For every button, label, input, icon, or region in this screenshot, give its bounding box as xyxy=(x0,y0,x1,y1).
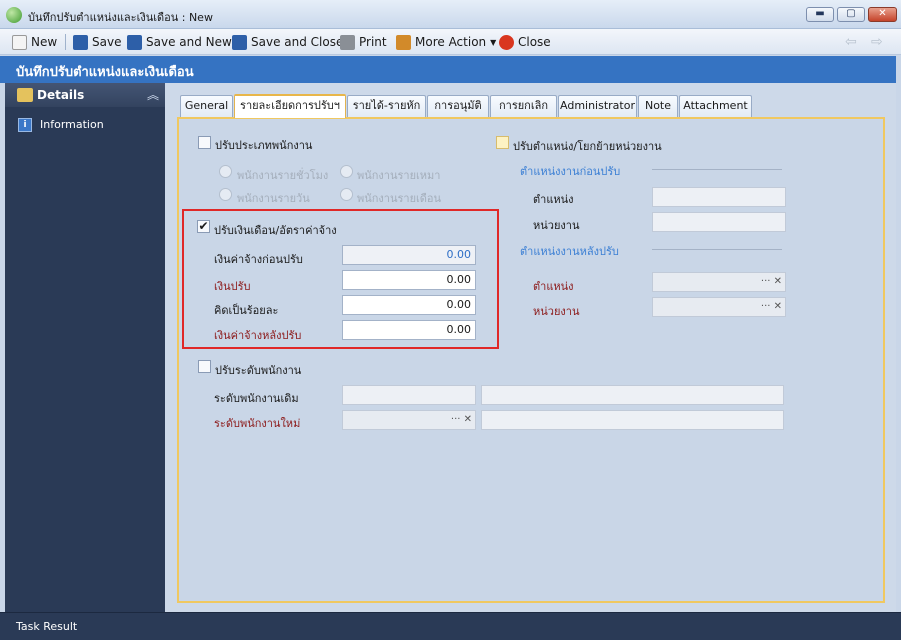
task-result-label[interactable]: Task Result xyxy=(16,620,77,633)
collapse-icon[interactable]: ︽ xyxy=(147,86,159,103)
tab-general[interactable]: General xyxy=(180,95,233,117)
window-title: บันทึกปรับตำแหน่งและเงินเดือน : New xyxy=(28,11,213,24)
daily-label: พนักงานรายวัน xyxy=(237,192,310,205)
maximize-button[interactable]: ▢ xyxy=(837,7,865,22)
old-level-name-field[interactable] xyxy=(481,385,784,405)
close-button[interactable]: Close xyxy=(499,33,551,51)
tab-cancel[interactable]: การยกเลิก xyxy=(490,95,557,117)
position-label: ปรับตำแหน่ง/โยกย้ายหน่วยงาน xyxy=(513,140,662,153)
old-unit-field[interactable] xyxy=(652,212,786,232)
new-level-label: ระดับพนักงานใหม่ xyxy=(214,417,301,430)
tab-administrator[interactable]: Administrator xyxy=(558,95,637,117)
contract-label: พนักงานรายเหมา xyxy=(357,169,441,182)
save-close-icon xyxy=(232,34,247,50)
new-position-lookup[interactable]: ··· ✕ xyxy=(652,272,786,292)
more-action-button[interactable]: More Action ▼ xyxy=(396,33,496,51)
save-button[interactable]: Save xyxy=(73,33,121,51)
salary-adjust-label: เงินปรับ xyxy=(214,280,251,293)
old-level-label: ระดับพนักงานเดิม xyxy=(214,392,299,405)
form-header: บันทึกปรับตำแหน่งและเงินเดือน xyxy=(0,56,896,83)
toolbar-separator xyxy=(65,34,66,50)
details-section-header[interactable]: Details ︽ xyxy=(5,83,165,107)
hourly-radio[interactable] xyxy=(219,165,232,178)
close-window-button[interactable]: ✕ xyxy=(868,7,897,22)
divider xyxy=(652,249,782,250)
daily-radio[interactable] xyxy=(219,188,232,201)
new-unit-lookup[interactable]: ··· ✕ xyxy=(652,297,786,317)
save-and-close-button[interactable]: Save and Close xyxy=(232,33,343,51)
tab-income-deduction[interactable]: รายได้-รายหัก xyxy=(347,95,426,117)
save-label: Save xyxy=(92,35,122,49)
save-and-new-button[interactable]: Save and New xyxy=(127,33,232,51)
floppy-disk-icon xyxy=(73,34,88,50)
details-icon xyxy=(17,88,33,102)
tab-adjustment-details[interactable]: รายละเอียดการปรับฯ xyxy=(234,94,346,118)
old-unit-label: หน่วยงาน xyxy=(533,219,580,232)
salary-adjust-field[interactable]: 0.00 xyxy=(342,270,476,290)
details-label: Details xyxy=(37,88,85,102)
print-label: Print xyxy=(359,35,387,49)
tab-attachment[interactable]: Attachment xyxy=(679,95,752,117)
print-button[interactable]: Print xyxy=(340,33,387,51)
employee-type-checkbox[interactable] xyxy=(198,136,211,149)
salary-before-field[interactable]: 0.00 xyxy=(342,245,476,265)
minimize-button[interactable]: ▬ xyxy=(806,7,834,22)
sidebar-item-label: Information xyxy=(40,118,104,131)
tab-approval[interactable]: การอนุมัติ xyxy=(427,95,489,117)
new-label: New xyxy=(31,35,58,49)
app-icon xyxy=(6,7,22,23)
new-level-name-field[interactable] xyxy=(481,410,784,430)
page-title: บันทึกปรับตำแหน่งและเงินเดือน xyxy=(16,65,194,80)
back-arrow-icon[interactable]: ⇦ xyxy=(845,34,857,50)
divider xyxy=(652,169,782,170)
new-button[interactable]: New xyxy=(12,33,57,51)
tab-note[interactable]: Note xyxy=(638,95,678,117)
hourly-label: พนักงานรายชั่วโมง xyxy=(237,169,329,182)
printer-icon xyxy=(340,34,355,50)
new-position-label: ตำแหน่ง xyxy=(533,280,574,293)
save-and-close-label: Save and Close xyxy=(251,35,344,49)
position-before-section: ตำแหน่งงานก่อนปรับ xyxy=(520,165,621,178)
monthly-radio[interactable] xyxy=(340,188,353,201)
salary-label: ปรับเงินเดือน/อัตราค่าจ้าง xyxy=(214,224,337,237)
toolbar: New Save Save and New Save and Close Pri… xyxy=(0,29,901,55)
salary-before-label: เงินค่าจ้างก่อนปรับ xyxy=(214,253,303,266)
save-and-new-label: Save and New xyxy=(146,35,232,49)
employee-type-label: ปรับประเภทพนักงาน xyxy=(215,139,313,152)
position-checkbox[interactable] xyxy=(496,136,509,149)
task-result-bar: Task Result xyxy=(0,612,901,640)
old-position-label: ตำแหน่ง xyxy=(533,193,574,206)
power-icon xyxy=(499,34,514,50)
title-bar: บันทึกปรับตำแหน่งและเงินเดือน : New ▬ ▢ … xyxy=(0,0,901,29)
new-unit-label: หน่วยงาน xyxy=(533,305,580,318)
old-level-field[interactable] xyxy=(342,385,476,405)
contract-radio[interactable] xyxy=(340,165,353,178)
salary-after-label: เงินค่าจ้างหลังปรับ xyxy=(214,329,302,342)
monthly-label: พนักงานรายเดือน xyxy=(357,192,442,205)
old-position-field[interactable] xyxy=(652,187,786,207)
tools-icon xyxy=(396,34,411,50)
sidebar: Details ︽ i Information xyxy=(5,83,165,612)
close-label: Close xyxy=(518,35,551,49)
level-checkbox[interactable] xyxy=(198,360,211,373)
sidebar-item-information[interactable]: i Information xyxy=(5,115,165,135)
save-new-icon xyxy=(127,34,142,50)
forward-arrow-icon[interactable]: ⇨ xyxy=(871,34,883,50)
level-label: ปรับระดับพนักงาน xyxy=(215,364,302,377)
new-document-icon xyxy=(12,34,27,50)
salary-checkbox[interactable]: ✔ xyxy=(197,220,210,233)
more-action-label: More Action xyxy=(415,35,487,49)
dropdown-arrow-icon: ▼ xyxy=(490,37,497,47)
percent-field[interactable]: 0.00 xyxy=(342,295,476,315)
percent-label: คิดเป็นร้อยละ xyxy=(214,304,279,317)
info-icon: i xyxy=(18,118,32,132)
salary-after-field[interactable]: 0.00 xyxy=(342,320,476,340)
position-after-section: ตำแหน่งงานหลังปรับ xyxy=(520,245,619,258)
new-level-lookup[interactable]: ··· ✕ xyxy=(342,410,476,430)
